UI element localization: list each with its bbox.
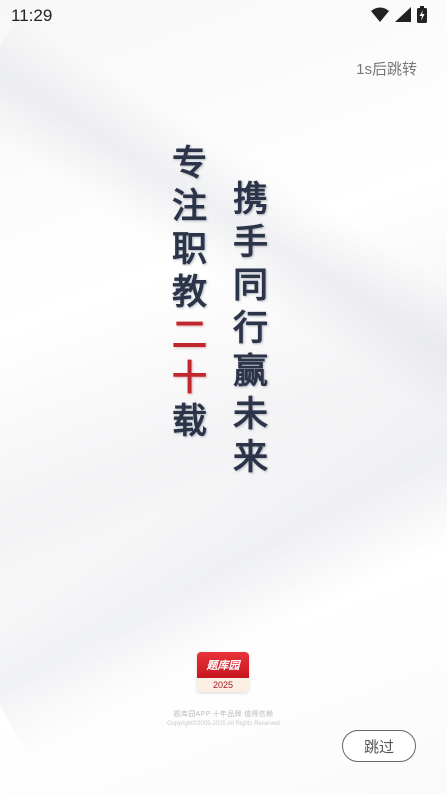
slogan-char: 未 xyxy=(233,394,269,435)
slogan-char: 行 xyxy=(233,308,269,349)
slogan-char: 教 xyxy=(172,272,208,313)
footer-tagline: 题库园APP 十年品牌 值得信赖 xyxy=(173,711,274,718)
slogan-char: 同 xyxy=(233,265,269,306)
background-sheen-bottom xyxy=(0,357,447,763)
status-icons xyxy=(371,6,427,28)
slogan-char-highlight: 十 xyxy=(172,358,208,399)
status-bar: 11:29 xyxy=(0,0,447,32)
slogan-char: 手 xyxy=(233,222,269,263)
slogan-char: 职 xyxy=(172,229,208,270)
slogan-char: 注 xyxy=(172,186,208,227)
app-logo-name: 题库园 xyxy=(197,652,249,678)
battery-charging-icon xyxy=(417,6,427,28)
status-time: 11:29 xyxy=(11,6,53,25)
wifi-icon xyxy=(371,7,389,27)
slogan-char: 来 xyxy=(233,437,269,478)
background-sheen-top xyxy=(0,14,447,446)
footer-copyright: Copyright©2005-2025 All Rights Reserved xyxy=(167,721,280,727)
signal-icon xyxy=(395,7,411,27)
slogan-char: 携 xyxy=(233,179,269,220)
slogan-left-column: 专 注 职 教 二 十 载 xyxy=(172,142,207,443)
slogan-char: 专 xyxy=(172,143,208,184)
countdown-label: 1s后跳转 xyxy=(356,61,417,78)
slogan-char-highlight: 二 xyxy=(172,315,208,356)
slogan-right-column: 携 手 同 行 赢 未 来 xyxy=(233,178,268,479)
app-logo: 题库园 2025 xyxy=(197,652,249,692)
slogan-char: 赢 xyxy=(233,351,269,392)
slogan-char: 载 xyxy=(172,401,208,442)
app-logo-year: 2025 xyxy=(197,678,249,692)
skip-button[interactable]: 跳过 xyxy=(342,730,416,762)
